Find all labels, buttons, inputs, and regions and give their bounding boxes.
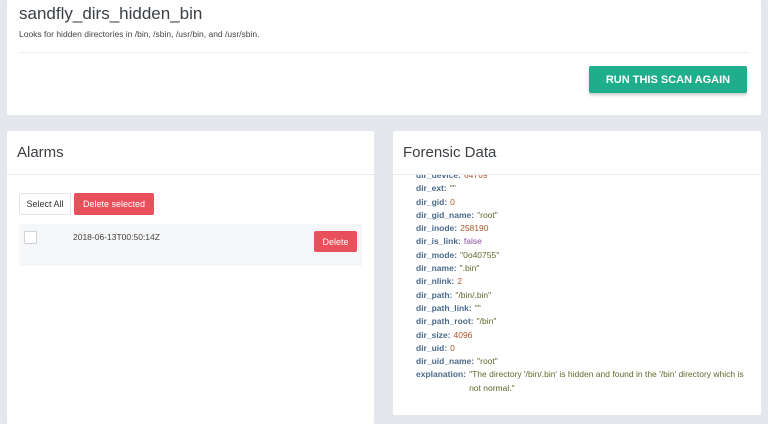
forensic-field-key: dir_gid: (416, 196, 448, 207)
divider (19, 52, 749, 53)
forensic-field-key: dir_gid_name: (416, 209, 475, 220)
forensic-field-value: 64769 (463, 175, 488, 180)
forensic-field: dir_uid_name: "root" (416, 355, 756, 368)
forensic-field-key: dir_size: (416, 329, 451, 340)
forensic-field: dir_path_link: "" (416, 302, 756, 315)
forensic-title: Forensic Data (403, 144, 497, 161)
forensic-field-value: "" (449, 183, 456, 194)
forensic-field-key: dir_uid_name: (416, 356, 475, 367)
forensic-field: dir_name: ".bin" (416, 262, 756, 275)
forensic-field: dir_nlink: 2 (416, 275, 756, 288)
alarm-row: 2018-06-13T00:50:14Z Delete (19, 224, 362, 266)
forensic-field-key: dir_is_link: (416, 236, 461, 247)
forensic-field-value: 4096 (453, 329, 473, 340)
divider (7, 174, 374, 175)
forensic-field-value: "/bin" (476, 316, 497, 327)
scan-title: sandfly_dirs_hidden_bin (19, 4, 203, 23)
forensic-field: dir_inode: 258190 (416, 222, 756, 235)
forensic-field-key: dir_uid: (416, 342, 448, 353)
forensic-field-key: dir_ext: (416, 183, 447, 194)
forensic-field: dir_size: 4096 (416, 329, 756, 342)
alarm-timestamp: 2018-06-13T00:50:14Z (73, 232, 160, 242)
forensic-field-value: ".bin" (459, 263, 480, 274)
alarm-delete-button[interactable]: Delete (314, 231, 357, 252)
forensic-field-key: dir_device: (416, 175, 461, 180)
forensic-field-value: "root" (477, 356, 498, 367)
forensic-field: dir_device: 64769 (416, 175, 756, 182)
alarms-panel: Alarms Select All Delete selected 2018-0… (7, 131, 374, 424)
forensic-field-value: 2 (457, 276, 462, 287)
forensic-field-value: "The directory '/bin/.bin' is hidden and… (469, 369, 744, 393)
forensic-field-key: dir_mode: (416, 249, 458, 260)
forensic-field-value: 258190 (460, 223, 489, 234)
forensic-field-value: 0 (450, 342, 455, 353)
forensic-field-value: "0o40755" (460, 249, 500, 260)
forensic-field-value: false (463, 236, 482, 247)
forensic-field-key: dir_path: (416, 289, 453, 300)
forensic-field-key: dir_path_link: (416, 302, 472, 313)
forensic-field-value: "root" (477, 209, 498, 220)
forensic-field: dir_ext: "" (416, 182, 756, 195)
alarm-checkbox[interactable] (24, 231, 37, 244)
delete-selected-button[interactable]: Delete selected (74, 193, 154, 215)
scan-description: Looks for hidden directories in /bin, /s… (19, 29, 260, 39)
forensic-panel: Forensic Data dir_device: 64769 dir_ext: ""… (393, 131, 761, 415)
forensic-field-key: dir_nlink: (416, 276, 455, 287)
scan-header-card: sandfly_dirs_hidden_bin Looks for hidden… (7, 0, 761, 115)
forensic-field-value: "/bin/.bin" (455, 289, 492, 300)
forensic-field: dir_gid: 0 (416, 196, 756, 209)
forensic-field-key: dir_name: (416, 263, 457, 274)
forensic-field: dir_is_link: false (416, 235, 756, 248)
forensic-field: dir_path: "/bin/.bin" (416, 289, 756, 302)
forensic-field: dir_gid_name: "root" (416, 209, 756, 222)
forensic-data-list[interactable]: dir_device: 64769 dir_ext: "" dir_gid: 0 dir_g… (416, 175, 756, 411)
run-scan-again-button[interactable]: RUN THIS SCAN AGAIN (589, 66, 747, 93)
forensic-field: dir_mode: "0o40755" (416, 249, 756, 262)
forensic-field: dir_path_root: "/bin" (416, 315, 756, 328)
forensic-field-value: "" (474, 302, 481, 313)
select-all-button[interactable]: Select All (19, 193, 71, 215)
forensic-field-key: dir_inode: (416, 223, 458, 234)
forensic-field: dir_uid: 0 (416, 342, 756, 355)
forensic-field-key: explanation: (416, 369, 467, 380)
forensic-field-value: 0 (450, 196, 455, 207)
alarms-title: Alarms (17, 144, 64, 161)
forensic-field: explanation: "The directory '/bin/.bin' i… (416, 368, 756, 395)
forensic-field-key: dir_path_root: (416, 316, 474, 327)
